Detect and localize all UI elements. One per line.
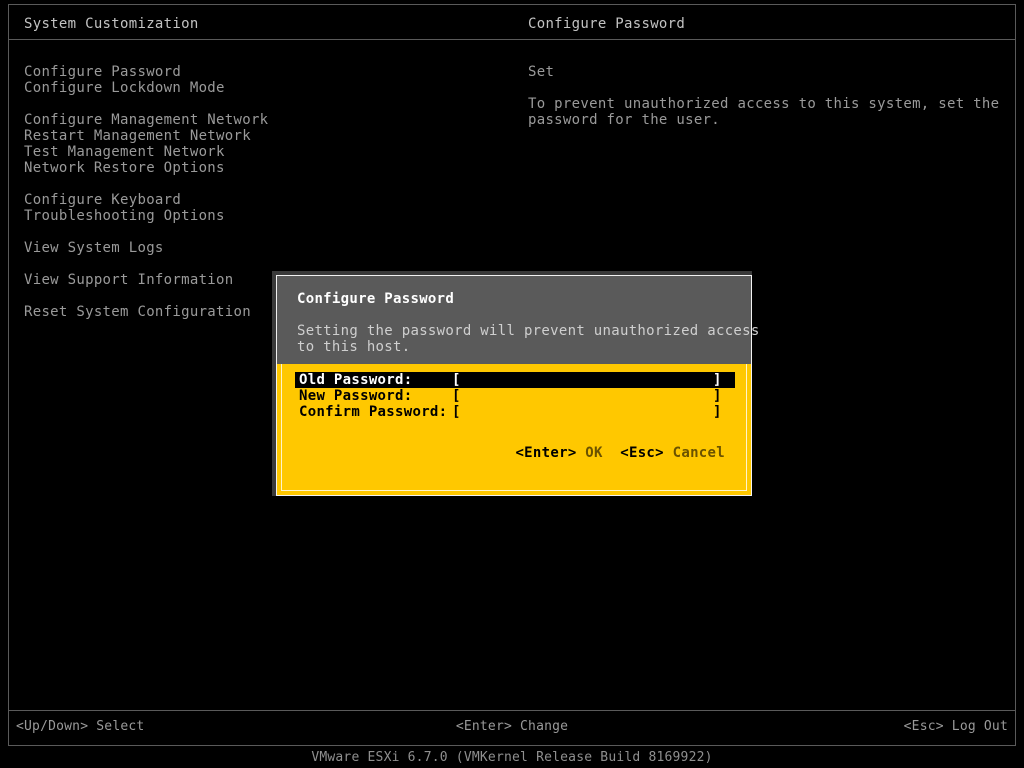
field-bracket-close: ] (713, 372, 722, 388)
dialog-title: Configure Password (297, 291, 731, 307)
cancel-button[interactable]: Cancel (673, 445, 725, 461)
enter-key-token: <Enter> (515, 445, 576, 461)
ok-button[interactable]: OK (585, 445, 602, 461)
password-fields: Old Password:[]New Password:[]Confirm Pa… (295, 372, 735, 420)
field-bracket-open: [ (452, 388, 461, 404)
header-divider (9, 39, 1015, 40)
field-row-new-password[interactable]: New Password: [] (295, 388, 735, 404)
esc-key-token: <Esc> (620, 445, 664, 461)
dialog-action-hints: <Enter> OK <Esc> Cancel (428, 429, 725, 477)
detail-line: password for the user. (528, 112, 998, 128)
menu-item-configure-lockdown-mode[interactable]: Configure Lockdown Mode (24, 80, 484, 96)
menu-item-network-restore-options[interactable]: Network Restore Options (24, 160, 484, 176)
field-bracket-close: ] (713, 388, 722, 404)
detail-body: To prevent unauthorized access to this s… (528, 96, 998, 128)
dcui-screen: System Customization Configure Password … (0, 0, 1024, 768)
version-line: VMware ESXi 6.7.0 (VMKernel Release Buil… (0, 750, 1024, 766)
menu-item-troubleshooting-options[interactable]: Troubleshooting Options (24, 208, 484, 224)
field-row-confirm-password[interactable]: Confirm Password: [] (295, 404, 735, 420)
menu-group: Configure KeyboardTroubleshooting Option… (24, 192, 484, 224)
menu-group: Configure PasswordConfigure Lockdown Mod… (24, 64, 484, 96)
left-panel-title: System Customization (24, 16, 199, 32)
dialog-description-line: to this host. (297, 339, 731, 355)
hint-log-out: <Esc> Log Out (904, 719, 1008, 735)
dialog-body: Old Password:[]New Password:[]Confirm Pa… (277, 364, 751, 495)
field-row-old-password[interactable]: Old Password: [] (295, 372, 735, 388)
detail-pane: Set To prevent unauthorized access to th… (528, 64, 998, 128)
dialog-description-line: Setting the password will prevent unauth… (297, 323, 731, 339)
configure-password-dialog: Configure Password Setting the password … (272, 271, 752, 496)
footer-divider (9, 710, 1015, 711)
menu-item-test-management-network[interactable]: Test Management Network (24, 144, 484, 160)
field-label: New Password: (299, 388, 412, 404)
menu-item-configure-management-network[interactable]: Configure Management Network (24, 112, 484, 128)
field-label: Old Password: (299, 372, 412, 388)
menu-item-configure-password[interactable]: Configure Password (24, 64, 484, 80)
hint-change: <Enter> Change (0, 719, 1024, 735)
dialog-frame: Configure Password Setting the password … (276, 275, 752, 496)
detail-heading: Set (528, 64, 998, 80)
field-bracket-open: [ (452, 372, 461, 388)
field-label: Confirm Password: (299, 404, 447, 420)
dialog-header: Configure Password Setting the password … (277, 276, 751, 364)
menu-group: Configure Management NetworkRestart Mana… (24, 112, 484, 176)
dialog-description: Setting the password will prevent unauth… (297, 323, 731, 355)
detail-line: To prevent unauthorized access to this s… (528, 96, 998, 112)
menu-item-view-system-logs[interactable]: View System Logs (24, 240, 484, 256)
menu-item-configure-keyboard[interactable]: Configure Keyboard (24, 192, 484, 208)
menu-group: View System Logs (24, 240, 484, 256)
menu-item-restart-management-network[interactable]: Restart Management Network (24, 128, 484, 144)
field-bracket-close: ] (713, 404, 722, 420)
right-panel-title: Configure Password (528, 16, 685, 32)
field-bracket-open: [ (452, 404, 461, 420)
